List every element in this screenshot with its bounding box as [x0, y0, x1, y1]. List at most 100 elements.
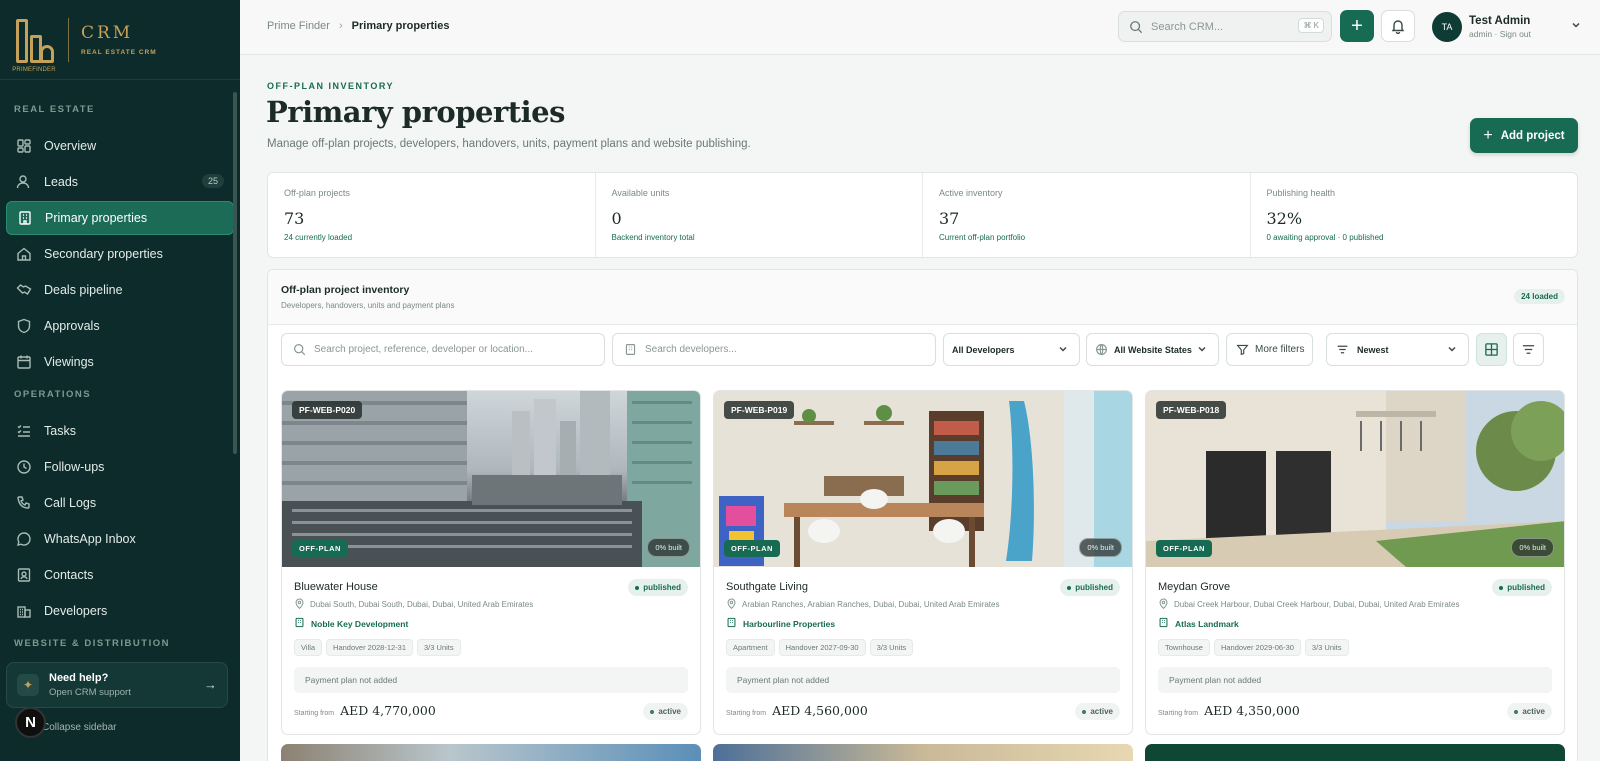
stat-hint: 24 currently loaded	[284, 233, 353, 242]
website-states-select[interactable]: All Website States	[1086, 333, 1219, 366]
stat-card: Off-plan projects 73 24 currently loaded	[268, 173, 596, 257]
chevron-down-icon	[1196, 343, 1208, 357]
filter-icon	[1236, 343, 1249, 356]
stat-hint: Backend inventory total	[611, 233, 695, 242]
project-reference: PF-WEB-P020	[292, 401, 363, 419]
sidebar-item-tasks[interactable]: Tasks	[6, 414, 234, 448]
search-icon	[1129, 20, 1143, 34]
project-developer[interactable]: Harbourline Properties	[726, 617, 835, 630]
project-developer[interactable]: Atlas Landmark	[1158, 617, 1239, 630]
project-image[interactable]: PF-WEB-P018 OFF-PLAN 0% built	[1146, 391, 1564, 567]
user-name: Test Admin	[1469, 15, 1531, 27]
sparkle-icon: ✦	[17, 674, 39, 696]
sidebar-item-overview[interactable]: Overview	[6, 129, 234, 163]
notifications-button[interactable]	[1381, 10, 1415, 42]
sidebar-item-call-logs[interactable]: Call Logs	[6, 486, 234, 520]
sidebar-item-label: Deals pipeline	[44, 283, 123, 297]
sidebar-scrollbar[interactable]	[233, 92, 237, 454]
tag: Townhouse	[1158, 639, 1210, 656]
chevron-down-icon	[1057, 343, 1069, 357]
quick-add-button[interactable]: +	[1340, 10, 1374, 42]
payment-plan-box: Payment plan not added	[294, 667, 688, 693]
avatar: TA	[1432, 12, 1462, 42]
tag: 3/3 Units	[1304, 639, 1349, 656]
help-title: Need help?	[49, 672, 109, 684]
developer-search-input[interactable]: Search developers...	[612, 333, 936, 366]
project-price: Starting from AED 4,770,000	[294, 703, 436, 718]
project-location: Dubai Creek Harbour, Dubai Creek Harbour…	[1158, 598, 1459, 611]
filters-bar: Search project, reference, developer or …	[281, 333, 1568, 366]
project-name[interactable]: Southgate Living	[726, 581, 808, 593]
map-pin-icon	[1158, 598, 1169, 611]
inventory-state-badge: active	[1507, 703, 1552, 720]
project-card[interactable]: PF-WEB-P020 OFF-PLAN 0% built Bluewater …	[281, 390, 701, 735]
sidebar-item-contacts[interactable]: Contacts	[6, 558, 234, 592]
chevron-down-icon	[1446, 343, 1458, 357]
developers-select[interactable]: All Developers	[943, 333, 1080, 366]
office-icon	[1158, 617, 1169, 630]
sort-select[interactable]: Newest	[1326, 333, 1469, 366]
sidebar-item-label: Overview	[44, 139, 97, 153]
stat-card: Publishing health 32% 0 awaiting approva…	[1251, 173, 1578, 257]
project-card-preview[interactable]	[713, 744, 1133, 761]
build-progress-badge: 0% built	[1079, 538, 1122, 557]
list-view-button[interactable]	[1513, 333, 1544, 366]
global-search-input[interactable]: Search CRM... ⌘ K	[1118, 11, 1332, 42]
project-location: Dubai South, Dubai South, Dubai, Dubai, …	[294, 598, 533, 611]
project-card-preview[interactable]	[1145, 744, 1565, 761]
brand[interactable]: PRIMEFINDER CRM REAL ESTATE CRM	[0, 0, 240, 80]
sidebar-item-developers[interactable]: Developers	[6, 594, 234, 628]
chevron-down-icon[interactable]	[1570, 19, 1582, 34]
sidebar-item-approvals[interactable]: Approvals	[6, 309, 234, 343]
arrow-right-icon: →	[204, 677, 217, 692]
build-progress-badge: 0% built	[647, 538, 690, 557]
tag: Villa	[294, 639, 323, 656]
phone-icon	[16, 495, 32, 511]
inventory-state-badge: active	[643, 703, 688, 720]
inventory-panel: Off-plan project inventory Developers, h…	[267, 269, 1578, 761]
user-menu[interactable]: TA Test Admin admin · Sign out	[1432, 11, 1580, 43]
grid-icon	[16, 138, 32, 154]
add-project-button[interactable]: + Add project	[1470, 118, 1578, 153]
project-search-input[interactable]: Search project, reference, developer or …	[281, 333, 605, 366]
publish-status-badge: published	[1492, 579, 1552, 596]
breadcrumb-home[interactable]: Prime Finder	[267, 20, 330, 32]
brand-logo-text: PRIMEFINDER	[12, 66, 56, 73]
price-amount: AED 4,770,000	[340, 703, 436, 718]
price-amount: AED 4,350,000	[1204, 703, 1300, 718]
project-card[interactable]: PF-WEB-P019 OFF-PLAN 0% built Southgate …	[713, 390, 1133, 735]
section-label-real-estate: REAL ESTATE	[14, 104, 95, 115]
grid-view-button[interactable]	[1476, 333, 1507, 366]
project-card[interactable]: PF-WEB-P018 OFF-PLAN 0% built Meydan Gro…	[1145, 390, 1565, 735]
sidebar-item-deals-pipeline[interactable]: Deals pipeline	[6, 273, 234, 307]
sidebar-item-leads[interactable]: Leads 25	[6, 165, 234, 199]
sort-select-value: Newest	[1357, 344, 1389, 355]
project-card-preview[interactable]	[281, 744, 701, 761]
stats-row: Off-plan projects 73 24 currently loaded…	[267, 172, 1578, 258]
stat-hint: 0 awaiting approval · 0 published	[1266, 233, 1384, 242]
project-reference: PF-WEB-P018	[1156, 401, 1227, 419]
starting-from-label: Starting from	[1158, 710, 1199, 717]
assistant-avatar[interactable]: N	[15, 707, 46, 738]
plus-icon: +	[1351, 14, 1363, 37]
project-image[interactable]: PF-WEB-P019 OFF-PLAN 0% built	[714, 391, 1132, 567]
inventory-title: Off-plan project inventory	[281, 284, 410, 296]
sidebar-item-primary-properties[interactable]: Primary properties	[6, 201, 234, 235]
help-card[interactable]: ✦ Need help? Open CRM support →	[6, 662, 228, 708]
project-name[interactable]: Meydan Grove	[1158, 581, 1230, 593]
sidebar-item-secondary-properties[interactable]: Secondary properties	[6, 237, 234, 271]
tag: Handover 2027-09-30	[778, 639, 866, 656]
sidebar-item-follow-ups[interactable]: Follow-ups	[6, 450, 234, 484]
project-search-placeholder: Search project, reference, developer or …	[314, 344, 534, 355]
user-meta[interactable]: admin · Sign out	[1469, 29, 1531, 39]
project-name[interactable]: Bluewater House	[294, 581, 378, 593]
sidebar-item-whatsapp-inbox[interactable]: WhatsApp Inbox	[6, 522, 234, 556]
sort-icon	[1336, 343, 1349, 356]
sidebar-item-viewings[interactable]: Viewings	[6, 345, 234, 379]
location-text: Arabian Ranches, Arabian Ranches, Dubai,…	[742, 600, 1000, 609]
project-image[interactable]: PF-WEB-P020 OFF-PLAN 0% built	[282, 391, 700, 567]
project-price: Starting from AED 4,350,000	[1158, 703, 1300, 718]
handshake-icon	[16, 282, 32, 298]
project-developer[interactable]: Noble Key Development	[294, 617, 408, 630]
more-filters-button[interactable]: More filters	[1226, 333, 1313, 366]
